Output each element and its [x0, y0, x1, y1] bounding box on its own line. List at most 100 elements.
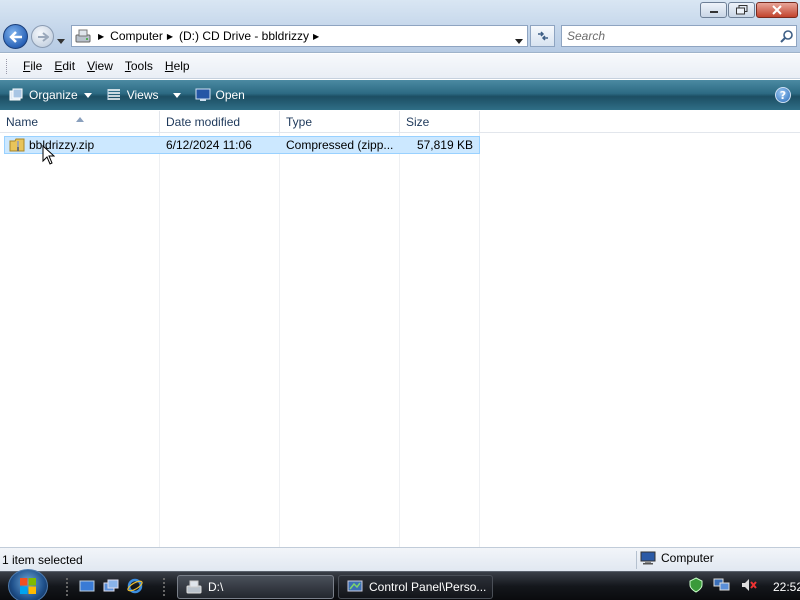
location-label: Computer	[661, 551, 714, 565]
control-panel-icon	[347, 580, 363, 592]
menu-view[interactable]: View	[81, 59, 119, 73]
column-header-size[interactable]: Size	[400, 111, 480, 133]
breadcrumb-arrow-icon[interactable]: ▶	[98, 32, 104, 41]
organize-button[interactable]: Organize	[8, 88, 92, 102]
file-date: 6/12/2024 11:06	[166, 138, 252, 152]
column-header-size-label: Size	[406, 115, 430, 129]
refresh-button[interactable]	[530, 25, 555, 47]
search-button[interactable]	[776, 29, 796, 43]
menu-help-accelerator: H	[164, 59, 174, 73]
column-header-row: Name Date modified Type Size	[0, 111, 800, 133]
chevron-down-icon	[515, 39, 523, 44]
sort-ascending-icon	[76, 111, 84, 125]
refresh-icon	[537, 31, 548, 41]
open-button[interactable]: Open	[195, 88, 245, 102]
computer-icon	[640, 551, 656, 565]
menu-help[interactable]: Help	[159, 59, 196, 73]
file-list[interactable]: Name Date modified Type Size bbldrizzy.z…	[0, 111, 800, 547]
clock[interactable]: 22:52	[773, 580, 800, 594]
column-header-date-label: Date modified	[166, 115, 241, 129]
column-divider	[279, 111, 280, 547]
search-placeholder: Search	[567, 29, 606, 43]
views-icon	[106, 88, 122, 102]
windows-logo-icon	[20, 578, 36, 594]
recent-pages-dropdown[interactable]	[57, 33, 65, 47]
organize-label: Organize	[29, 88, 78, 102]
views-button[interactable]: Views	[106, 88, 181, 102]
forward-button[interactable]	[31, 25, 54, 48]
maximize-button[interactable]	[728, 2, 755, 18]
quick-launch	[78, 578, 144, 594]
menu-view-label: iew	[94, 59, 113, 73]
minimize-button[interactable]	[700, 2, 727, 18]
start-button[interactable]	[8, 569, 48, 600]
menu-file[interactable]: File	[17, 59, 48, 73]
address-bar[interactable]: ▶ Computer ▶ (D:) CD Drive - bbldrizzy ▶	[71, 25, 528, 47]
task-control-panel-label: Control Panel\Perso...	[369, 580, 487, 594]
file-row[interactable]: bbldrizzy.zip 6/12/2024 11:06 Compressed…	[4, 136, 480, 154]
menu-help-label: elp	[173, 59, 190, 73]
switch-windows-icon[interactable]	[102, 578, 120, 594]
forward-arrow-icon	[37, 31, 49, 42]
column-header-type-label: Type	[286, 115, 313, 129]
file-name: bbldrizzy.zip	[29, 138, 95, 152]
task-explorer-d[interactable]: D:\	[177, 575, 334, 599]
column-header-name-label: Name	[6, 115, 39, 129]
taskbar: D:\ Control Panel\Perso... 22:52	[0, 569, 800, 600]
chevron-down-icon	[172, 92, 181, 98]
window-controls	[700, 2, 798, 18]
zip-folder-icon	[9, 138, 25, 152]
menu-view-accelerator: V	[87, 59, 95, 73]
drive-icon	[72, 26, 94, 46]
breadcrumb-computer[interactable]: Computer	[110, 29, 163, 43]
status-bar: 1 item selected Computer	[0, 547, 800, 571]
task-explorer-label: D:\	[208, 580, 224, 594]
toolbar-grip[interactable]	[6, 58, 9, 74]
search-input[interactable]: Search	[561, 25, 797, 47]
open-label: Open	[215, 88, 245, 102]
network-icon[interactable]	[713, 577, 731, 596]
column-divider	[479, 111, 480, 547]
menu-tools[interactable]: Tools	[119, 59, 159, 73]
close-icon	[772, 5, 782, 15]
breadcrumb-arrow-icon[interactable]: ▶	[313, 32, 319, 41]
breadcrumb-cd-drive[interactable]: (D:) CD Drive - bbldrizzy	[179, 29, 309, 43]
selection-status: 1 item selected	[2, 553, 83, 567]
location-status: Computer	[640, 551, 714, 565]
windows-defender-icon[interactable]	[688, 577, 704, 596]
menu-file-label: ile	[30, 59, 43, 73]
internet-explorer-icon[interactable]	[126, 578, 144, 594]
help-button[interactable]: ?	[775, 87, 791, 103]
help-icon: ?	[779, 88, 787, 102]
file-size: 57,819 KB	[416, 138, 473, 152]
menu-edit-label: dit	[62, 59, 76, 73]
title-bar: ▶ Computer ▶ (D:) CD Drive - bbldrizzy ▶…	[0, 0, 800, 53]
views-label: Views	[126, 88, 159, 102]
search-icon	[779, 29, 793, 43]
organize-icon	[8, 88, 24, 102]
file-name-cell: bbldrizzy.zip	[9, 138, 159, 152]
column-header-type[interactable]: Type	[280, 111, 400, 133]
system-tray: 22:52	[688, 572, 800, 600]
menu-tools-label: ools	[130, 59, 153, 73]
address-dropdown[interactable]	[515, 33, 523, 47]
chevron-down-icon	[57, 39, 65, 44]
menu-edit[interactable]: Edit	[48, 59, 81, 73]
drive-icon	[186, 580, 202, 594]
file-type: Compressed (zipp...	[286, 138, 394, 152]
column-header-date[interactable]: Date modified	[160, 111, 280, 133]
volume-muted-icon[interactable]	[740, 577, 758, 596]
open-icon	[195, 88, 211, 102]
menu-bar: File Edit View Tools Help	[0, 54, 800, 79]
minimize-icon	[709, 11, 718, 13]
breadcrumb-arrow-icon[interactable]: ▶	[167, 32, 173, 41]
task-control-panel[interactable]: Control Panel\Perso...	[338, 575, 493, 599]
chevron-down-icon	[83, 92, 92, 98]
back-button[interactable]	[3, 24, 28, 49]
taskbar-grip[interactable]	[66, 578, 70, 596]
taskbar-grip[interactable]	[163, 578, 167, 596]
column-divider	[399, 111, 400, 547]
show-desktop-icon[interactable]	[78, 578, 96, 594]
back-arrow-icon	[8, 30, 22, 43]
close-button[interactable]	[756, 2, 798, 18]
